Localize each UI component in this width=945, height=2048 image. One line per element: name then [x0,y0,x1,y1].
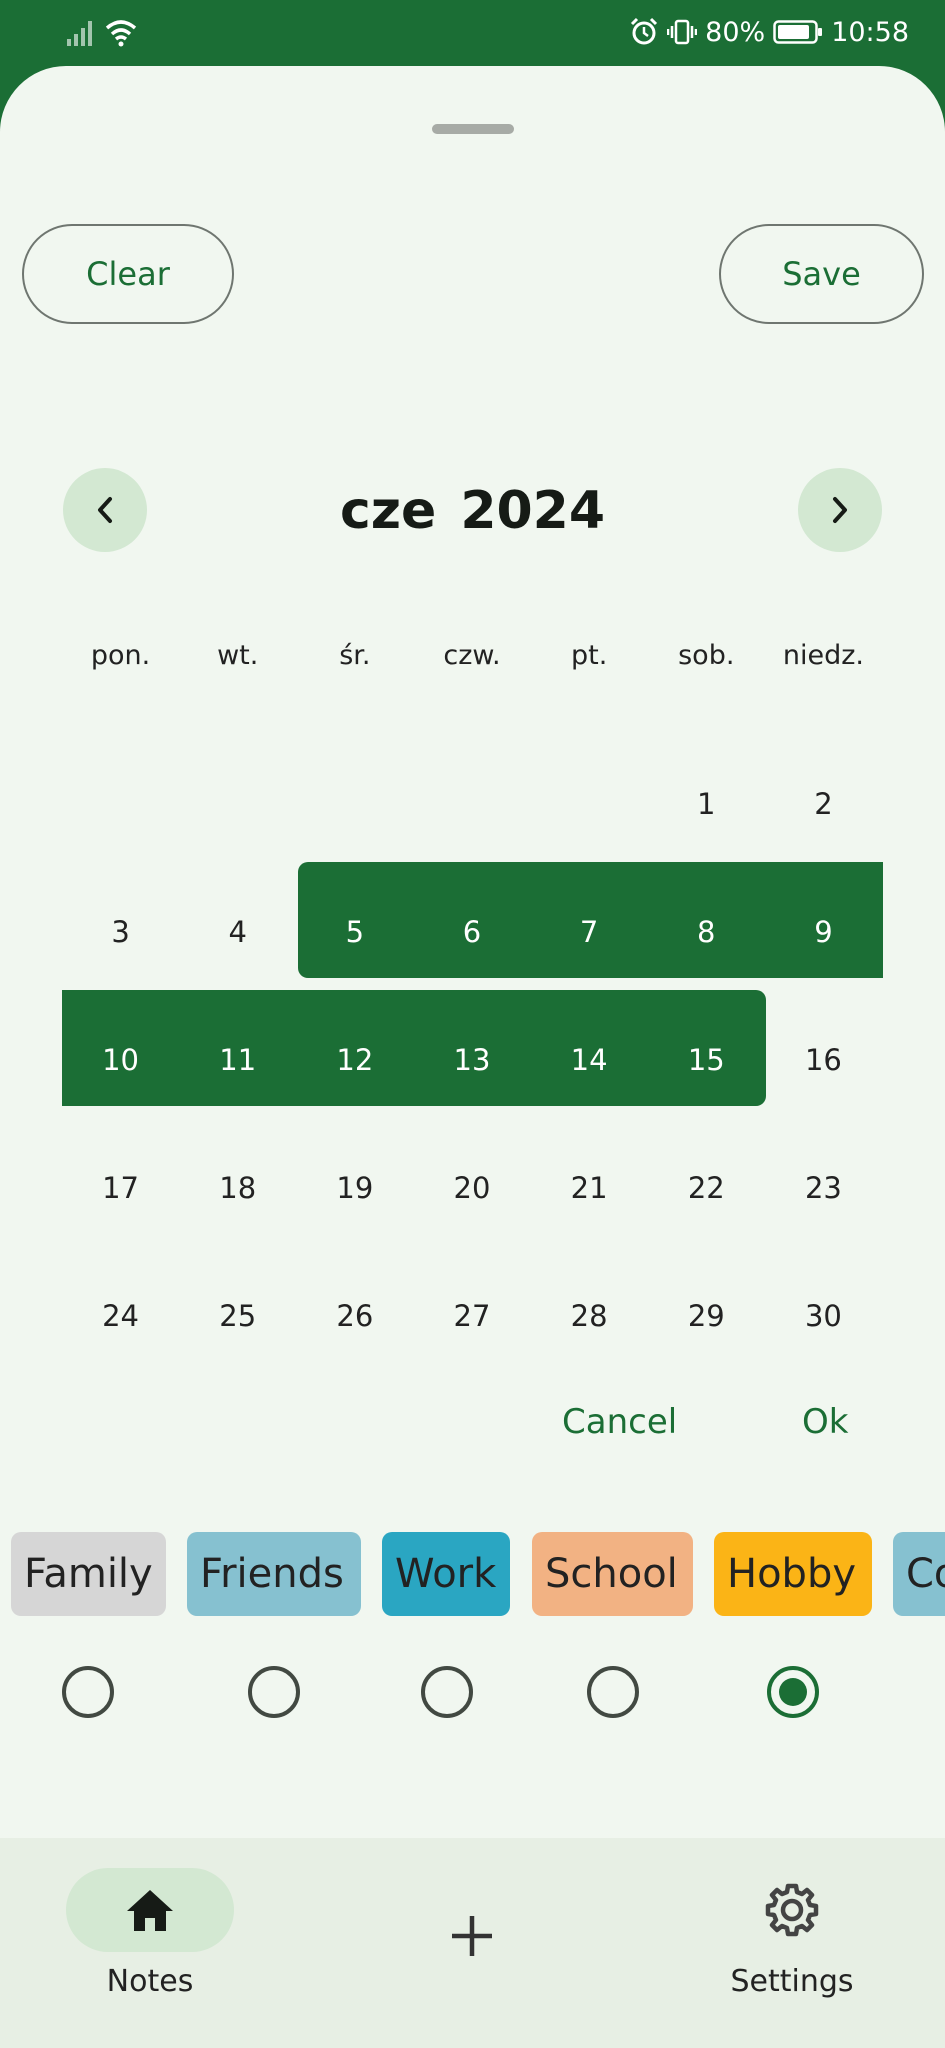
category-chip-hobby[interactable]: Hobby [714,1532,872,1616]
vibrate-icon [667,19,698,45]
category-chip-family[interactable]: Family [11,1532,166,1616]
alarm-icon [631,17,658,45]
calendar-day[interactable]: 28 [531,1252,648,1380]
weekday-label: czw. [443,640,501,671]
calendar-day-range-end[interactable]: 15 [648,996,765,1124]
gear-icon [765,1883,819,1937]
calendar-day[interactable]: 23 [765,1124,882,1252]
weekday-label: pt. [570,640,608,671]
battery-percent: 80% [705,16,766,48]
weekday-header: pon. wt. śr. czw. pt. sob. niedz. [62,640,882,680]
add-note-button[interactable] [412,1886,532,1986]
calendar-day[interactable]: 18 [179,1124,296,1252]
chevron-left-icon [98,497,112,523]
calendar-day[interactable]: 30 [765,1252,882,1380]
calendar-day[interactable]: 4 [179,868,296,996]
plus-icon [452,1916,492,1956]
category-radio-school[interactable] [587,1666,639,1718]
calendar-day[interactable]: 29 [648,1252,765,1380]
calendar-day[interactable]: 24 [62,1252,179,1380]
month-label: cze [339,481,437,541]
category-chip-work[interactable]: Work [382,1532,510,1616]
calendar-day-selected[interactable]: 8 [648,868,765,996]
month-year-title: cze 2024 [250,476,695,546]
calendar-week: 17 18 19 20 21 22 23 [62,1124,882,1252]
drag-handle[interactable] [432,124,514,134]
ok-button[interactable]: Ok [802,1402,848,1442]
calendar-day-selected[interactable]: 6 [413,868,530,996]
nav-settings-label: Settings [730,1964,854,1999]
category-chip-friends[interactable]: Friends [187,1532,361,1616]
category-radio-family[interactable] [62,1666,114,1718]
calendar-day[interactable]: 1 [648,740,765,868]
category-chip-list: Family Friends Work School Hobby Co [0,1532,945,1618]
calendar-day-selected[interactable]: 7 [531,868,648,996]
cancel-button[interactable]: Cancel [562,1402,677,1442]
calendar-day[interactable]: 2 [765,740,882,868]
calendar-day[interactable]: 27 [413,1252,530,1380]
calendar-day[interactable]: 21 [531,1124,648,1252]
calendar-day-selected[interactable]: 10 [62,996,179,1124]
weekday-label: wt. [217,640,259,671]
calendar-day-range-start[interactable]: 5 [296,868,413,996]
category-chip-partial[interactable]: Co [893,1532,945,1616]
clear-button[interactable]: Clear [22,224,234,324]
nav-notes-label: Notes [106,1964,194,1999]
chevron-right-icon [833,497,847,523]
nav-settings[interactable]: Settings [712,1868,872,1999]
calendar-week: 1 2 [62,740,882,868]
nav-notes[interactable]: Notes [66,1868,234,1999]
calendar-day-selected[interactable]: 9 [765,868,882,996]
calendar-day[interactable]: 22 [648,1124,765,1252]
calendar-day[interactable]: 3 [62,868,179,996]
calendar-day[interactable]: 19 [296,1124,413,1252]
weekday-label: niedz. [782,640,864,671]
calendar-day-selected[interactable]: 13 [413,996,530,1124]
calendar-day[interactable]: 26 [296,1252,413,1380]
calendar-week: 24 25 26 27 28 29 30 [62,1252,882,1380]
save-button[interactable]: Save [719,224,924,324]
battery-icon [773,20,823,44]
calendar-day[interactable]: 16 [765,996,882,1124]
weekday-label: pon. [90,640,151,671]
category-chip-school[interactable]: School [532,1532,693,1616]
calendar-day-selected[interactable]: 11 [179,996,296,1124]
wifi-icon [105,20,137,47]
calendar-week: 10 11 12 13 14 15 16 [62,996,882,1124]
calendar-day-selected[interactable]: 12 [296,996,413,1124]
next-month-button[interactable] [798,468,882,552]
calendar-week: 3 4 5 6 7 8 9 [62,868,882,996]
bottom-navigation: Notes Settings [0,1838,945,2048]
category-radio-hobby-selected[interactable] [767,1666,819,1718]
calendar-grid: 1 2 3 4 5 6 7 8 9 10 11 12 13 14 15 16 1… [62,740,882,1380]
calendar-day[interactable]: 17 [62,1124,179,1252]
nav-notes-indicator [66,1868,234,1952]
category-radio-friends[interactable] [248,1666,300,1718]
clock: 10:58 [831,16,909,48]
previous-month-button[interactable] [63,468,147,552]
weekday-label: sob. [678,640,735,671]
status-bar: 80% 10:58 [0,0,945,66]
year-label: 2024 [460,481,606,541]
calendar-day[interactable]: 25 [179,1252,296,1380]
calendar-day[interactable]: 20 [413,1124,530,1252]
category-radio-work[interactable] [421,1666,473,1718]
calendar-day-selected[interactable]: 14 [531,996,648,1124]
nav-settings-icon-wrap [712,1868,872,1952]
home-icon [127,1890,173,1931]
weekday-label: śr. [339,640,371,671]
signal-icon [67,21,92,46]
